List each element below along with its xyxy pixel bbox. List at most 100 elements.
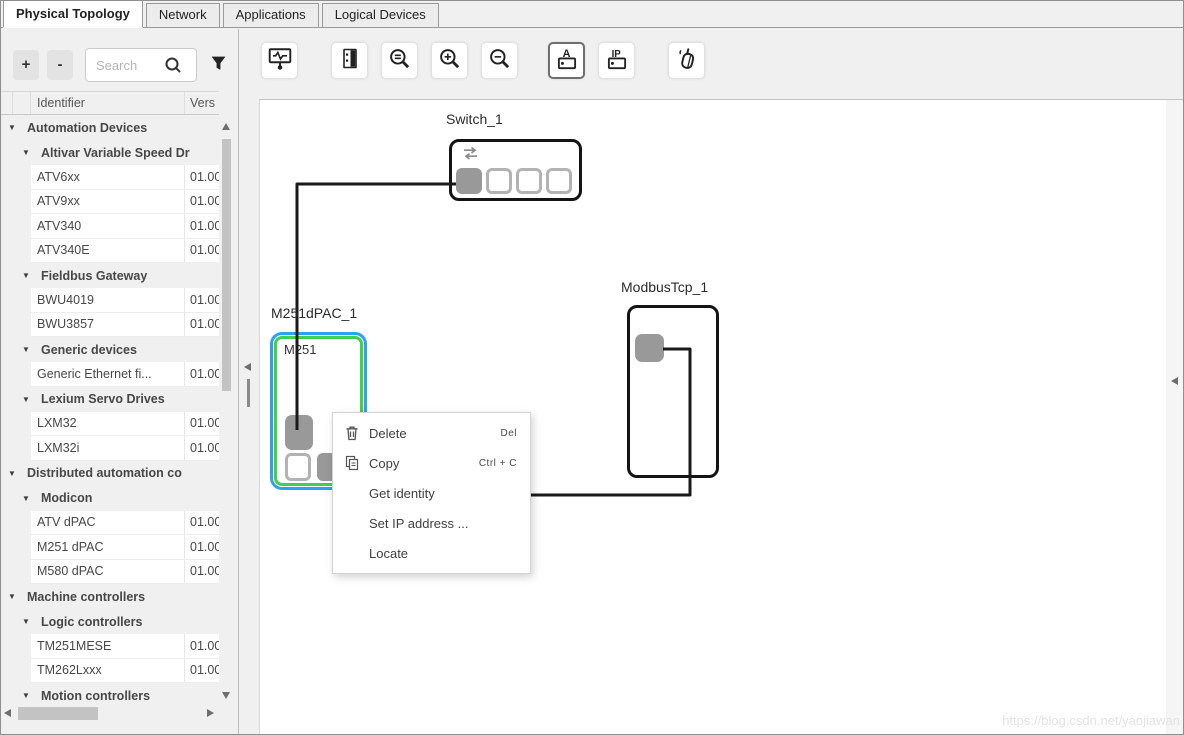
zoom-out-button[interactable] [481, 42, 518, 79]
m251-port-1[interactable] [285, 415, 313, 450]
show-name-label-icon: A [554, 46, 580, 75]
tree-group[interactable]: ▼Distributed automation co [1, 461, 219, 486]
collapse-right-panel-icon[interactable] [1171, 377, 1178, 385]
tree-group[interactable]: ▼ Machine controllers [1, 584, 219, 609]
tree-column-header: Identifier Vers [1, 91, 219, 115]
tree-item-version: 01.00 [184, 436, 219, 460]
tab-bar: Physical Topology Network Applications L… [1, 1, 1183, 28]
tree-item[interactable]: BWU385701.00 [31, 313, 219, 338]
show-name-label-button[interactable]: A [548, 42, 585, 79]
tree-item[interactable]: ATV dPAC01.00 [31, 511, 219, 536]
copy-icon [345, 455, 369, 471]
switch-device[interactable] [449, 139, 582, 201]
network-scan-button[interactable] [261, 42, 298, 79]
zoom-in-button[interactable] [431, 42, 468, 79]
tree-item-identifier: ATV9xx [31, 190, 184, 214]
switch-port-4[interactable] [546, 168, 572, 194]
tree-item-version: 01.00 [184, 659, 219, 683]
scroll-down-icon[interactable] [222, 692, 230, 699]
column-version[interactable]: Vers [184, 92, 219, 114]
horizontal-scrollbar-thumb[interactable] [18, 707, 98, 720]
expand-all-button[interactable]: + [13, 50, 39, 80]
tree-group[interactable]: ▼Fieldbus Gateway [1, 263, 219, 288]
horizontal-scrollbar[interactable] [3, 705, 215, 722]
report-icon [338, 47, 362, 74]
m251-port-2[interactable] [285, 453, 311, 481]
tree-item[interactable]: ATV34001.00 [31, 214, 219, 239]
column-spacer [1, 92, 13, 114]
tree-item[interactable]: LXM3201.00 [31, 412, 219, 437]
zoom-reset-button[interactable] [381, 42, 418, 79]
tree-item[interactable]: ATV6xx01.00 [31, 165, 219, 190]
menu-item-set-ip-address[interactable]: Set IP address ... [333, 508, 530, 538]
caret-down-icon[interactable]: ▼ [19, 494, 33, 503]
caret-down-icon[interactable]: ▼ [19, 345, 33, 354]
switch-port-3[interactable] [516, 168, 542, 194]
caret-down-icon[interactable]: ▼ [5, 469, 19, 478]
tree-item[interactable]: TM251MESE01.00 [31, 634, 219, 659]
tree-group[interactable]: ▼ Motion controllers [1, 683, 219, 701]
tree-item[interactable]: LXM32i01.00 [31, 436, 219, 461]
vertical-scrollbar-thumb[interactable] [222, 139, 231, 391]
menu-item-get-identity[interactable]: Get identity [333, 478, 530, 508]
menu-shortcut: Del [500, 428, 517, 439]
vertical-scrollbar[interactable] [220, 121, 233, 701]
scroll-up-icon[interactable] [222, 123, 230, 130]
tree-item-identifier: M251 dPAC [31, 535, 184, 559]
tree-item[interactable]: TM262Lxxx01.00 [31, 659, 219, 684]
tree-item[interactable]: ATV340E01.00 [31, 239, 219, 264]
switch-device-label: Switch_1 [446, 111, 503, 127]
tree-item[interactable]: M251 dPAC01.00 [31, 535, 219, 560]
identify-device-button[interactable] [668, 42, 705, 79]
menu-item-copy[interactable]: Copy Ctrl + C [333, 448, 530, 478]
tree-item-identifier: LXM32i [31, 436, 184, 460]
modbus-device[interactable] [627, 305, 719, 478]
switch-port-1[interactable] [456, 168, 482, 194]
caret-down-icon[interactable]: ▼ [19, 691, 33, 700]
scroll-right-icon[interactable] [207, 709, 214, 717]
tree-group[interactable]: ▼Lexium Servo Drives [1, 387, 219, 412]
tree-group[interactable]: ▼Altivar Variable Speed Dr [1, 140, 219, 165]
menu-item-label: Locate [369, 546, 517, 561]
tree-group[interactable]: ▼Automation Devices [1, 115, 219, 140]
tree-group-label: Motion controllers [41, 689, 150, 702]
tree-group[interactable]: ▼Modicon [1, 486, 219, 511]
tree-item[interactable]: BWU401901.00 [31, 288, 219, 313]
tree-group-label: Logic controllers [41, 615, 142, 629]
caret-down-icon[interactable]: ▼ [19, 395, 33, 404]
splitter-handle[interactable] [247, 379, 250, 407]
filter-button[interactable] [205, 49, 231, 81]
zoom-reset-icon [387, 46, 413, 75]
menu-item-locate[interactable]: Locate [333, 538, 530, 568]
tree-group[interactable]: ▼Generic devices [1, 337, 219, 362]
collapse-all-button[interactable]: - [47, 50, 73, 80]
tab-network[interactable]: Network [146, 3, 220, 27]
tab-physical-topology[interactable]: Physical Topology [3, 0, 143, 28]
tree-item-version: 01.00 [184, 288, 219, 312]
tree-group-label: Machine controllers [27, 590, 145, 604]
caret-down-icon[interactable]: ▼ [19, 148, 33, 157]
search-input[interactable] [86, 58, 164, 73]
tab-logical-devices[interactable]: Logical Devices [322, 3, 439, 27]
tree-item[interactable]: ATV9xx01.00 [31, 190, 219, 215]
identify-device-icon [674, 46, 700, 75]
menu-item-delete[interactable]: Delete Del [333, 418, 530, 448]
show-ip-label-button[interactable]: IP [598, 42, 635, 79]
report-button[interactable] [331, 42, 368, 79]
tree-item[interactable]: M580 dPAC01.00 [31, 560, 219, 585]
switch-port-2[interactable] [486, 168, 512, 194]
right-panel-splitter[interactable] [1166, 100, 1183, 734]
sidebar-splitter[interactable] [239, 29, 259, 734]
column-identifier[interactable]: Identifier [31, 96, 184, 110]
modbus-port-1[interactable] [635, 334, 664, 362]
tree-item[interactable]: Generic Ethernet fi...01.00 [31, 362, 219, 387]
tree-group[interactable]: ▼ Logic controllers [1, 609, 219, 634]
collapse-sidebar-icon[interactable] [244, 363, 251, 371]
caret-down-icon[interactable]: ▼ [5, 592, 19, 601]
caret-down-icon[interactable]: ▼ [5, 123, 19, 132]
caret-down-icon[interactable]: ▼ [19, 617, 33, 626]
scroll-left-icon[interactable] [4, 709, 11, 717]
caret-down-icon[interactable]: ▼ [19, 271, 33, 280]
tab-applications[interactable]: Applications [223, 3, 319, 27]
topology-canvas[interactable]: Switch_1 M251dPAC_1 M25 [259, 99, 1183, 734]
